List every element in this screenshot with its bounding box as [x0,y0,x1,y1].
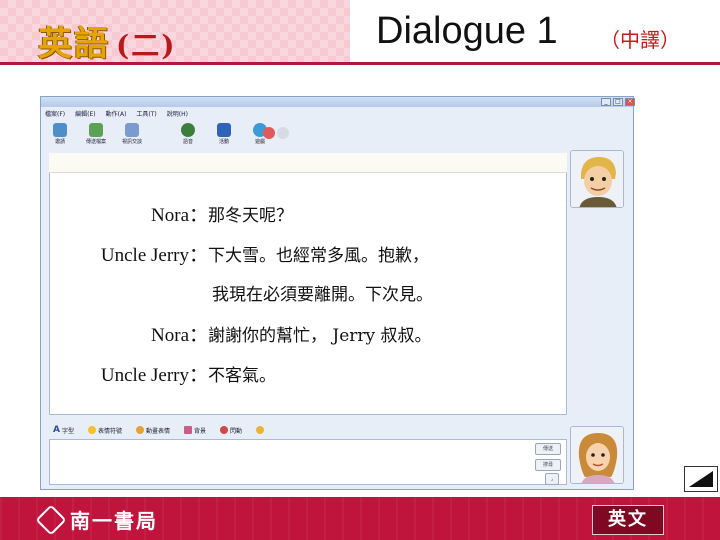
ink-icon [256,426,265,434]
menu-tools[interactable]: 工具(T) [134,109,158,119]
uncle-jerry-avatar-icon [571,151,623,207]
ink-button[interactable] [256,426,265,434]
close-icon[interactable]: × [625,98,635,106]
activities-icon [217,123,231,137]
nudge-button[interactable]: 閃動 [220,426,242,435]
maximize-icon[interactable]: □ [613,98,623,106]
activities-button[interactable]: 活動 [213,123,235,145]
dialogue-line: 我現在必須要離開。下次見。 [212,285,433,305]
publisher-logo-icon [35,503,67,536]
menu-bar: 檔案(F) 編輯(E) 動作(A) 工具(T) 說明(H) [43,109,190,119]
wink-icon [136,426,144,434]
english-toggle-button[interactable]: 英文 [592,505,664,535]
smiley-icon [87,426,96,434]
emoticon-button[interactable]: 表情符號 [87,426,122,435]
menu-action[interactable]: 動作(A) [104,109,129,119]
conversation-header-strip [49,153,567,173]
font-icon: A [53,425,60,435]
invite-button[interactable]: 邀請 [49,123,71,145]
video-button[interactable]: 視訊交談 [121,123,143,145]
block-icon[interactable] [263,127,275,139]
resize-grip-icon[interactable]: ⌟ [545,473,559,485]
publisher-brand: 南一書局 [35,503,158,536]
avatar-nora[interactable] [570,426,624,484]
more-icon[interactable] [277,127,289,139]
send-button[interactable]: 傳送 [535,443,561,455]
search-button[interactable]: 搜尋 [535,459,561,471]
send-file-button[interactable]: 傳送檔案 [85,123,107,145]
font-button[interactable]: A 字型 [53,425,74,435]
dialogue-line: Uncle Jerry：下大雪。也經常多風。抱歉， [100,245,429,266]
file-icon [89,123,103,137]
nudge-icon [220,426,229,434]
wink-button[interactable]: 動畫表情 [136,426,170,435]
menu-help[interactable]: 說明(H) [165,109,190,119]
menu-edit[interactable]: 編輯(E) [73,109,97,119]
title-note: （中譯） [600,28,680,52]
next-button[interactable] [684,466,718,492]
dialogue-line: Uncle Jerry：不客氣。 [100,365,276,386]
menu-file[interactable]: 檔案(F) [43,109,67,119]
page-title: Dialogue 1 [376,10,558,52]
dialogue-line: Nora：謝謝你的幫忙， Jerry 叔叔。 [151,325,432,346]
background-icon [184,426,193,434]
voice-button[interactable]: 語音 [177,123,199,145]
toolbar: 邀請 傳送檔案 視訊交談 語音 活動 遊戲 [49,123,271,145]
invite-icon [53,123,67,137]
minimize-icon[interactable]: _ [601,98,611,106]
voice-icon [181,123,195,137]
course-logo: 英語 (二) [38,24,177,64]
message-input[interactable] [49,439,567,485]
nora-avatar-icon [571,427,623,483]
window-titlebar [41,97,633,107]
publisher-name: 南一書局 [70,509,158,533]
avatar-uncle-jerry[interactable] [570,150,624,208]
background-button[interactable]: 背景 [184,426,206,435]
webcam-icon [125,123,139,137]
dialogue-line: Nora：那冬天呢？ [151,205,293,226]
triangle-arrow-icon [689,471,713,487]
format-bar: A 字型 表情符號 動畫表情 背景 閃動 [49,423,567,437]
